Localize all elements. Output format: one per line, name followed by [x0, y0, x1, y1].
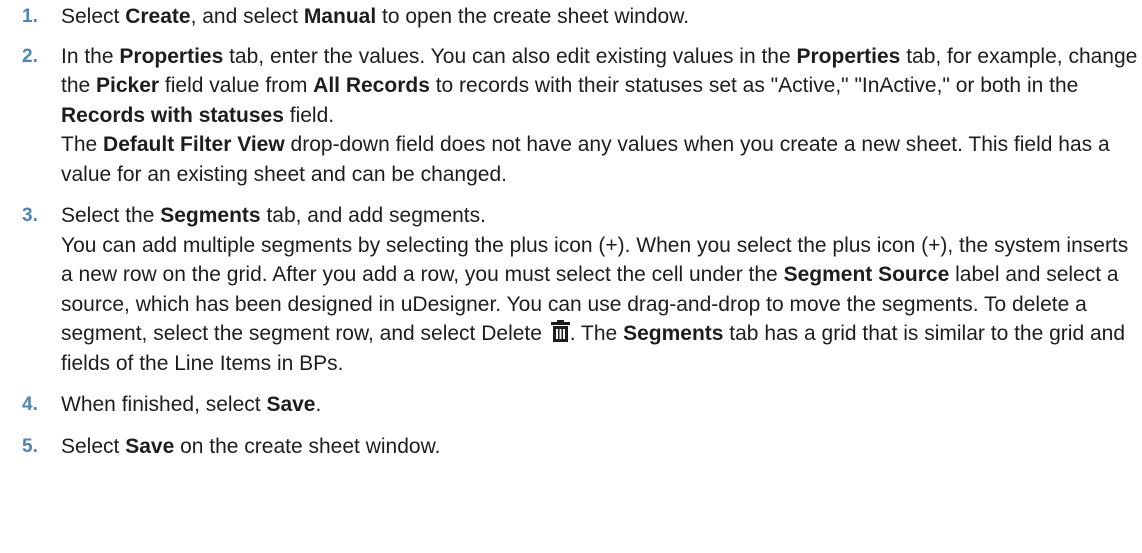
text: The [61, 133, 104, 156]
text: on the create sheet window. [174, 434, 441, 458]
text: field value from [159, 74, 314, 97]
text: tab, enter the values. You can also edit… [223, 44, 797, 68]
step-text: When finished, select Save. [61, 390, 1142, 420]
text: field. [283, 103, 335, 127]
step-text: Select Create, and select Manual to open… [61, 2, 1142, 32]
step-2: 2. In the Properties tab, enter the valu… [0, 42, 1142, 190]
text: to records with their statuses set as "A… [429, 74, 1079, 97]
text: . [315, 393, 322, 416]
text: Select [61, 434, 126, 458]
step-5: 5. Select Save on the create sheet windo… [0, 432, 1142, 462]
bold-term: Picker [96, 74, 160, 97]
bold-term: All Records [313, 74, 430, 97]
bold-term: Create [125, 5, 191, 28]
step-text: Select Save on the create sheet window. [61, 432, 1142, 462]
bold-term: Segment Source [783, 263, 950, 286]
text: to open the create sheet window. [376, 5, 690, 28]
step-number: 2. [22, 45, 38, 67]
text: In the [61, 44, 120, 68]
text: , and select [190, 5, 304, 28]
step-paragraph: Select the Segments tab, and add segment… [61, 201, 1142, 231]
step-1: 1. Select Create, and select Manual to o… [0, 2, 1142, 32]
text: When finished, select [61, 393, 267, 416]
trash-icon [550, 320, 570, 342]
bold-term: Segments [160, 204, 261, 227]
step-paragraph: You can add multiple segments by selecti… [61, 231, 1142, 379]
procedure-steps: 1. Select Create, and select Manual to o… [0, 0, 1142, 461]
step-4: 4. When finished, select Save. [0, 390, 1142, 420]
step-3: 3. Select the Segments tab, and add segm… [0, 201, 1142, 378]
step-number: 5. [22, 435, 38, 457]
bold-term: Save [266, 393, 316, 416]
step-number: 4. [22, 394, 38, 415]
bold-term: Properties [796, 44, 901, 68]
text: Select the [61, 204, 161, 227]
bold-term: Manual [303, 5, 377, 28]
text: Select [61, 5, 126, 28]
bold-term: Records with statuses [61, 103, 284, 127]
bold-term: Save [125, 434, 175, 458]
bold-term: Default Filter View [103, 133, 285, 156]
step-number: 1. [22, 6, 38, 27]
bold-term: Properties [119, 44, 224, 68]
step-paragraph: The Default Filter View drop-down field … [61, 130, 1142, 189]
step-number: 3. [22, 205, 38, 226]
step-paragraph: In the Properties tab, enter the values.… [61, 42, 1142, 131]
text: . The [569, 322, 624, 345]
bold-term: Segments [623, 322, 724, 345]
text: tab, and add segments. [260, 204, 486, 227]
